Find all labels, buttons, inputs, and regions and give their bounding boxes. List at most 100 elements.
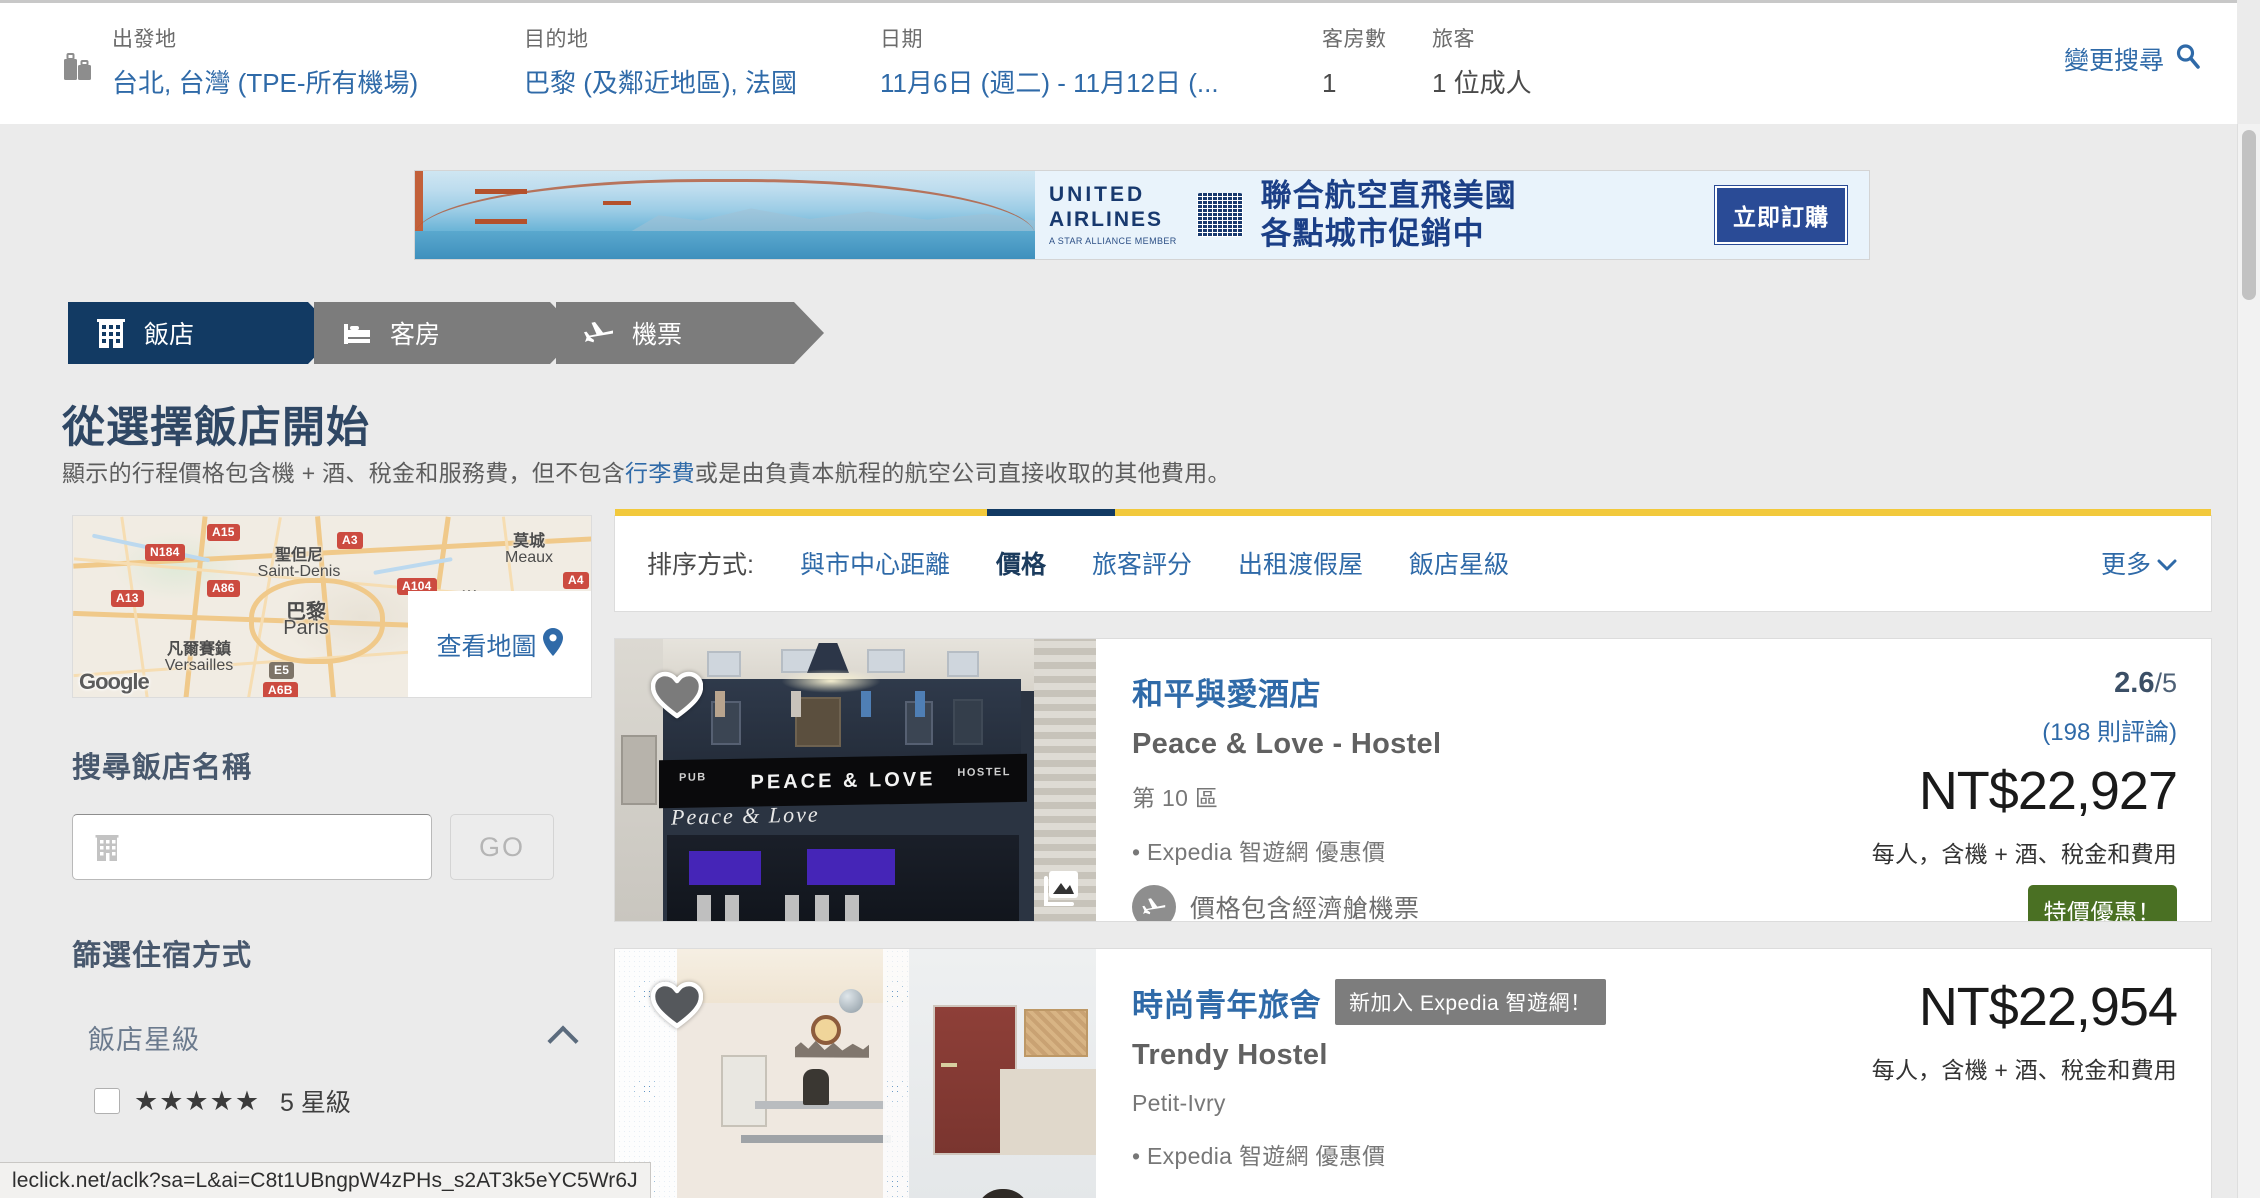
filter-option-label: 5 星級 (280, 1089, 351, 1117)
summary-origin[interactable]: 出發地 台北, 台灣 (TPE-所有機場) (112, 27, 418, 99)
hotel-location: Petit-Ivry (1132, 1090, 1226, 1116)
booking-steps: 飯店 客房 機票 (68, 302, 824, 364)
hotel-building-icon (93, 833, 123, 863)
filters-title: 篩選住宿方式 (72, 940, 253, 972)
sort-option-price[interactable]: 價格 (996, 545, 1046, 581)
star-alliance-text: A STAR ALLIANCE MEMBER (1049, 236, 1177, 246)
hotel-price-note: 每人，含機 + 酒、稅金和費用 (1871, 1057, 2177, 1083)
change-search-button[interactable]: 變更搜尋 (2064, 41, 2201, 77)
destination-label: 目的地 (524, 28, 589, 51)
rooms-label: 客房數 (1322, 28, 1387, 51)
guests-value: 1 位成人 (1432, 68, 1532, 98)
hotel-search-row: GO (72, 814, 592, 880)
summary-guests: 旅客 1 位成人 (1432, 27, 1532, 99)
sort-more-button[interactable]: 更多 (2101, 545, 2177, 581)
dates-value[interactable]: 11月6日 (週二) - 11月12日 (... (880, 67, 1219, 99)
step-label-flight: 機票 (632, 321, 683, 349)
accent-navy-active (987, 509, 1115, 516)
guests-label: 旅客 (1432, 28, 1475, 51)
page-subtitle: 顯示的行程價格包含機 + 酒、稅金和服務費，但不包含行李費或是由負責本航程的航空… (62, 454, 1231, 488)
filter-group-header[interactable]: 飯店星級 (72, 1018, 592, 1057)
step-tab-hotel[interactable]: 飯店 (68, 302, 338, 364)
summary-rooms: 客房數 1 (1322, 27, 1387, 99)
ad-headline-line1: 聯合航空直飛美國 (1260, 178, 1517, 213)
airplane-icon (582, 316, 616, 350)
hotel-photo[interactable]: PUB PEACE & LOVE HOSTEL Peace & Love (615, 639, 1096, 921)
filter-group-star-rating: 飯店星級 ★★★★★ 5 星級 (72, 1018, 592, 1119)
results-panel: 排序方式: 與市中心距離 價格 旅客評分 出租渡假屋 飯店星級 更多 PUB P… (614, 509, 2212, 1198)
sort-more-label: 更多 (2100, 551, 2151, 579)
hotel-price: NT$22,954 (1918, 977, 2178, 1037)
view-map-button[interactable]: 查看地圖 (408, 591, 591, 697)
hotel-name-cn[interactable]: 時尚青年旅舍 (1132, 980, 1321, 1025)
hotel-search-go-button[interactable]: GO (450, 814, 554, 880)
sort-option-guest-rating[interactable]: 旅客評分 (1092, 545, 1192, 581)
sort-option-vacation-rental[interactable]: 出租渡假屋 (1238, 545, 1363, 581)
luggage-icon (62, 49, 96, 83)
hotel-result-card[interactable]: PUB PEACE & LOVE HOSTEL Peace & Love 和平與… (614, 638, 2212, 922)
favorite-heart-icon[interactable] (650, 671, 704, 719)
search-icon (2175, 43, 2201, 76)
hotel-deal-text: • Expedia 智遊網 優惠價 (1132, 1143, 1386, 1169)
hotel-name-input-wrapper[interactable] (72, 814, 432, 880)
sort-bar: 排序方式: 與市中心距離 價格 旅客評分 出租渡假屋 飯店星級 更多 (614, 509, 2212, 612)
summary-destination[interactable]: 目的地 巴黎 (及鄰近地區), 法國 (524, 27, 797, 99)
new-on-expedia-badge: 新加入 Expedia 智遊網！ (1335, 979, 1606, 1025)
accent-gold-right (1115, 509, 2211, 516)
sort-accent-border (615, 509, 2211, 516)
ua-brand-line1: UNITED (1049, 183, 1146, 206)
scrollbar-thumb[interactable] (2242, 130, 2256, 300)
ad-cta-button[interactable]: 立即訂購 (1715, 186, 1847, 244)
bed-icon (340, 316, 374, 350)
hotel-price-block: 2.6/5 (198 則評論) NT$22,927 每人，含機 + 酒、稅金和費… (1737, 667, 2178, 921)
flight-included-text: 價格包含經濟艙機票 (1190, 895, 1420, 922)
rooms-value: 1 (1322, 68, 1337, 98)
hotel-price: NT$22,927 (1918, 761, 2178, 821)
baggage-fee-link[interactable]: 行李費 (625, 460, 695, 486)
step-tab-flight[interactable]: 機票 (556, 302, 824, 364)
airplane-circle-icon (1132, 885, 1176, 921)
hotel-reviews-link[interactable]: (198 則評論) (1737, 712, 2177, 747)
search-summary-bar: 出發地 台北, 台灣 (TPE-所有機場) 目的地 巴黎 (及鄰近地區), 法國… (0, 0, 2237, 124)
destination-value[interactable]: 巴黎 (及鄰近地區), 法國 (524, 67, 797, 99)
ua-brand-line2: AIRLINES (1049, 208, 1164, 231)
subtitle-part-1: 顯示的行程價格包含機 + 酒、稅金和服務費，但不包含 (62, 460, 626, 486)
filter-option-5-star[interactable]: ★★★★★ 5 星級 (72, 1057, 592, 1119)
banner-ad[interactable]: UNITED AIRLINES A STAR ALLIANCE MEMBER 聯… (414, 170, 1870, 260)
map-thumbnail[interactable]: A15 N184 A3 A86 A13 A104 A4 E5 A6B 聖但尼 S… (72, 515, 592, 698)
summary-dates[interactable]: 日期 11月6日 (週二) - 11月12日 (... (880, 27, 1219, 99)
map-place-label: 莫城 Meaux (504, 533, 554, 566)
chevron-up-icon[interactable] (547, 1024, 579, 1057)
hotel-name-cn[interactable]: 和平與愛酒店 (1132, 669, 1321, 714)
dates-label: 日期 (880, 28, 923, 51)
hotel-photo[interactable] (615, 949, 1096, 1198)
sort-option-star-rating[interactable]: 飯店星級 (1409, 545, 1509, 581)
chevron-down-icon (2157, 549, 2177, 578)
ua-globe-icon (1196, 193, 1243, 237)
special-deal-badge: 特價優惠！ (2027, 885, 2177, 921)
star-rating-display: ★★★★★ (134, 1085, 261, 1116)
map-place-label-paris: 巴黎 Paris (283, 601, 329, 639)
google-attribution: Google (79, 669, 150, 694)
map-shield: A15 (207, 524, 240, 541)
map-shield: A13 (111, 590, 144, 607)
map-shield: A6B (263, 682, 298, 697)
hotel-building-icon (94, 316, 128, 350)
step-tab-room[interactable]: 客房 (314, 302, 580, 364)
change-search-label: 變更搜尋 (2063, 47, 2164, 75)
status-bar-url: leclick.net/aclk?sa=L&ai=C8t1UBngpW4zPHs… (0, 1162, 651, 1198)
step-label-hotel: 飯店 (144, 321, 195, 349)
photo-gallery-icon[interactable] (1040, 869, 1080, 907)
page-scrollbar[interactable] (2237, 124, 2260, 1198)
hotel-result-card[interactable]: 時尚青年旅舍 新加入 Expedia 智遊網！ Trendy Hostel Pet… (614, 948, 2212, 1198)
page-root: 出發地 台北, 台灣 (TPE-所有機場) 目的地 巴黎 (及鄰近地區), 法國… (0, 0, 2260, 1198)
favorite-heart-icon[interactable] (650, 981, 704, 1029)
sort-option-distance[interactable]: 與市中心距離 (800, 545, 950, 581)
sort-by-label: 排序方式: (647, 551, 754, 579)
hotel-name-input[interactable] (139, 815, 425, 879)
map-shield: N184 (145, 544, 185, 561)
sidebar: A15 N184 A3 A86 A13 A104 A4 E5 A6B 聖但尼 S… (72, 515, 592, 1119)
origin-value[interactable]: 台北, 台灣 (TPE-所有機場) (112, 67, 418, 99)
filter-checkbox[interactable] (94, 1088, 120, 1114)
subtitle-part-2: 或是由負責本航程的航空公司直接收取的其他費用。 (694, 460, 1231, 486)
